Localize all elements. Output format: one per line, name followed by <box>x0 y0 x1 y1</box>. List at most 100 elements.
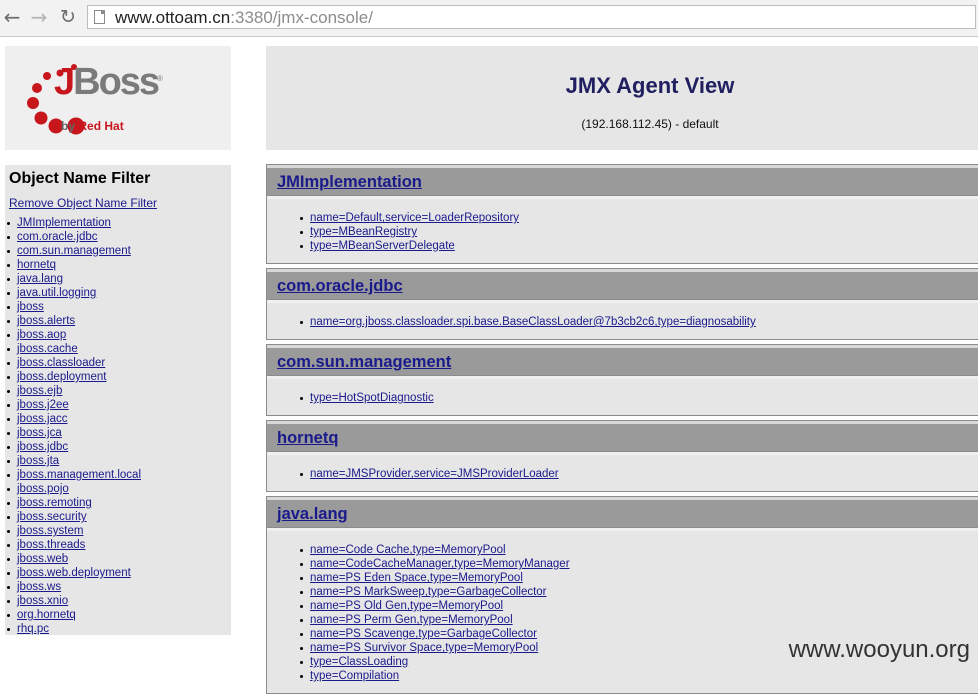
filter-item: jboss.ws <box>5 580 141 594</box>
mbean-item: name=PS MarkSweep,type=GarbageCollector <box>267 585 978 599</box>
url-text[interactable]: www.ottoam.cn:3380/jmx-console/ <box>115 8 373 28</box>
forward-arrow-icon[interactable]: → <box>29 6 49 28</box>
domain-list: JMImplementation name=Default,service=Loa… <box>266 164 978 698</box>
filter-link[interactable]: jboss.web <box>17 553 68 565</box>
domain-name-link[interactable]: com.oracle.jdbc <box>277 277 403 296</box>
filter-link[interactable]: jboss.jdbc <box>17 441 68 453</box>
mbean-item: name=org.jboss.classloader.spi.base.Base… <box>267 315 978 329</box>
mbean-link[interactable]: name=PS Old Gen,type=MemoryPool <box>310 600 503 612</box>
mbean-link[interactable]: type=ClassLoading <box>310 656 408 668</box>
filter-link[interactable]: jboss.jta <box>17 455 59 467</box>
mbean-link[interactable]: type=MBeanRegistry <box>310 226 417 238</box>
domain-name-link[interactable]: hornetq <box>277 429 338 448</box>
filter-link[interactable]: hornetq <box>17 259 56 271</box>
filter-item: jboss.j2ee <box>5 398 141 412</box>
filter-item: com.sun.management <box>5 244 141 258</box>
filter-link[interactable]: jboss.management.local <box>17 469 141 481</box>
logo-byline: by Red Hat <box>61 119 124 133</box>
filter-item: jboss.jta <box>5 454 141 468</box>
logo-wordmark: JBoss <box>54 61 160 103</box>
filter-link[interactable]: jboss.system <box>17 525 83 537</box>
filter-link[interactable]: jboss.classloader <box>17 357 105 369</box>
filter-item: jboss.system <box>5 524 141 538</box>
filter-item: jboss.jdbc <box>5 440 141 454</box>
filter-link[interactable]: java.util.logging <box>17 287 96 299</box>
back-arrow-icon[interactable]: ← <box>2 6 22 28</box>
filter-item: JMImplementation <box>5 216 141 230</box>
filter-item: jboss.deployment <box>5 370 141 384</box>
filter-link[interactable]: jboss.ws <box>17 581 61 593</box>
mbean-list: name=org.jboss.classloader.spi.base.Base… <box>267 303 978 339</box>
mbean-link[interactable]: name=PS Scavenge,type=GarbageCollector <box>310 628 537 640</box>
browser-toolbar: ← → ↻ www.ottoam.cn:3380/jmx-console/ <box>0 0 978 37</box>
mbean-list: name=Code Cache,type=MemoryPool name=Code… <box>267 531 978 693</box>
page-subtitle: (192.168.112.45) - default <box>581 117 719 131</box>
mbean-item: name=CodeCacheManager,type=MemoryManager <box>267 557 978 571</box>
filter-link[interactable]: com.sun.management <box>17 245 131 257</box>
filter-link[interactable]: JMImplementation <box>17 217 111 229</box>
filter-link[interactable]: jboss.cache <box>17 343 78 355</box>
domain-header: com.sun.management <box>267 345 978 376</box>
mbean-link[interactable]: name=PS MarkSweep,type=GarbageCollector <box>310 586 547 598</box>
filter-link[interactable]: jboss.jca <box>17 427 62 439</box>
filter-link[interactable]: rhq.pc <box>17 623 49 635</box>
filter-item: jboss.web <box>5 552 141 566</box>
mbean-link[interactable]: name=org.jboss.classloader.spi.base.Base… <box>310 316 756 328</box>
url-path: :3380/jmx-console/ <box>230 8 373 27</box>
page-header: JMX Agent View (192.168.112.45) - defaul… <box>266 46 978 150</box>
filter-item: jboss.alerts <box>5 314 141 328</box>
filter-item: jboss.management.local <box>5 468 141 482</box>
filter-link[interactable]: jboss.threads <box>17 539 85 551</box>
filter-link[interactable]: jboss.pojo <box>17 483 69 495</box>
mbean-link[interactable]: name=PS Survivor Space,type=MemoryPool <box>310 642 538 654</box>
mbean-link[interactable]: name=JMSProvider,service=JMSProviderLoad… <box>310 468 559 480</box>
filter-link[interactable]: jboss.web.deployment <box>17 567 131 579</box>
filter-item: jboss.remoting <box>5 496 141 510</box>
mbean-item: name=PS Old Gen,type=MemoryPool <box>267 599 978 613</box>
mbean-item: type=MBeanServerDelegate <box>267 239 978 253</box>
domain-header: com.oracle.jdbc <box>267 269 978 300</box>
filter-link[interactable]: jboss <box>17 301 44 313</box>
domain-body: name=Code Cache,type=MemoryPool name=Code… <box>267 528 978 693</box>
filter-link[interactable]: jboss.alerts <box>17 315 75 327</box>
filter-link[interactable]: jboss.deployment <box>17 371 107 383</box>
mbean-list: name=JMSProvider,service=JMSProviderLoad… <box>267 455 978 491</box>
filter-link[interactable]: com.oracle.jdbc <box>17 231 98 243</box>
mbean-item: name=PS Eden Space,type=MemoryPool <box>267 571 978 585</box>
mbean-list: name=Default,service=LoaderRepository typ… <box>267 199 978 263</box>
domain-section: com.oracle.jdbc name=org.jboss.classloade… <box>266 268 978 340</box>
filter-link[interactable]: jboss.remoting <box>17 497 92 509</box>
mbean-link[interactable]: type=Compilation <box>310 670 399 682</box>
filter-item: jboss.jacc <box>5 412 141 426</box>
mbean-link[interactable]: name=PS Eden Space,type=MemoryPool <box>310 572 523 584</box>
domain-header: java.lang <box>267 497 978 528</box>
mbean-link[interactable]: name=CodeCacheManager,type=MemoryManager <box>310 558 570 570</box>
address-bar[interactable]: www.ottoam.cn:3380/jmx-console/ <box>87 5 976 29</box>
remove-filter-link[interactable]: Remove Object Name Filter <box>9 196 157 210</box>
mbean-link[interactable]: name=Code Cache,type=MemoryPool <box>310 544 506 556</box>
filter-link[interactable]: java.lang <box>17 273 63 285</box>
mbean-link[interactable]: name=PS Perm Gen,type=MemoryPool <box>310 614 513 626</box>
domain-header: JMImplementation <box>267 165 978 196</box>
filter-link[interactable]: jboss.j2ee <box>17 399 69 411</box>
domain-name-link[interactable]: JMImplementation <box>277 173 422 192</box>
domain-name-link[interactable]: com.sun.management <box>277 353 451 372</box>
filter-item: jboss.security <box>5 510 141 524</box>
mbean-item: type=HotSpotDiagnostic <box>267 391 978 405</box>
reload-icon[interactable]: ↻ <box>58 6 78 28</box>
filter-link[interactable]: jboss.ejb <box>17 385 62 397</box>
filter-link[interactable]: jboss.jacc <box>17 413 68 425</box>
filter-link[interactable]: jboss.aop <box>17 329 66 341</box>
domain-body: type=HotSpotDiagnostic <box>267 376 978 415</box>
filter-link[interactable]: org.hornetq <box>17 609 76 621</box>
filter-link[interactable]: jboss.security <box>17 511 87 523</box>
filter-link[interactable]: jboss.xnio <box>17 595 68 607</box>
mbean-link[interactable]: type=HotSpotDiagnostic <box>310 392 434 404</box>
mbean-item: name=Default,service=LoaderRepository <box>267 211 978 225</box>
mbean-link[interactable]: name=Default,service=LoaderRepository <box>310 212 519 224</box>
domain-name-link[interactable]: java.lang <box>277 505 348 524</box>
mbean-list: type=HotSpotDiagnostic <box>267 379 978 415</box>
domain-section: com.sun.management type=HotSpotDiagnostic <box>266 344 978 416</box>
domain-body: name=org.jboss.classloader.spi.base.Base… <box>267 300 978 339</box>
mbean-link[interactable]: type=MBeanServerDelegate <box>310 240 455 252</box>
